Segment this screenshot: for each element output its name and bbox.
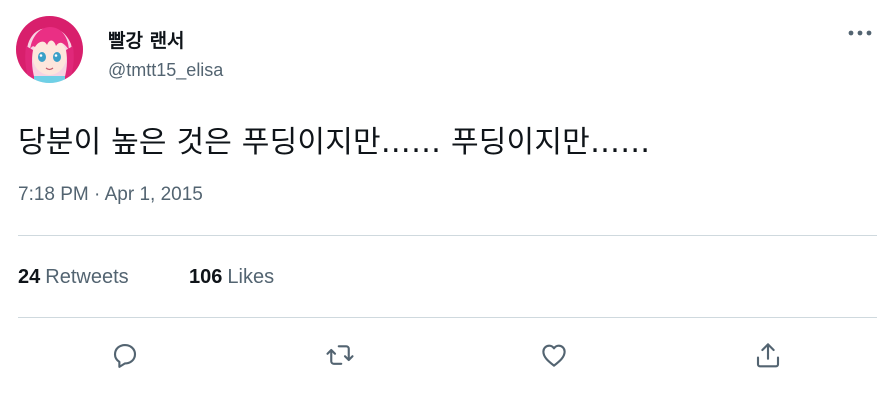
author-handle[interactable]: @tmtt15_elisa [108, 60, 223, 81]
retweets-stat[interactable]: 24 Retweets [18, 266, 129, 289]
tweet-timestamp: 7:18 PM · Apr 1, 2015 [18, 184, 203, 206]
tweet-time[interactable]: 7:18 PM [18, 184, 89, 205]
timestamp-separator: · [94, 184, 101, 205]
share-icon [756, 343, 780, 368]
anime-girl-avatar-icon [16, 16, 83, 83]
divider [18, 317, 877, 318]
heart-icon [542, 344, 566, 367]
reply-icon [113, 343, 137, 368]
divider [18, 235, 877, 236]
likes-label: Likes [227, 266, 275, 288]
retweets-count: 24 [18, 266, 41, 288]
share-button[interactable] [750, 337, 786, 373]
like-button[interactable] [536, 337, 572, 373]
tweet-text: 당분이 높은 것은 푸딩이지만…… 푸딩이지만…… [18, 125, 651, 160]
more-options-button[interactable] [842, 18, 878, 48]
avatar[interactable] [16, 16, 83, 83]
tweet-date[interactable]: Apr 1, 2015 [105, 184, 203, 205]
retweets-label: Retweets [45, 266, 129, 288]
likes-count: 106 [189, 266, 223, 288]
author-display-name[interactable]: 빨강 랜서 [108, 26, 185, 53]
reply-button[interactable] [107, 337, 143, 373]
tweet-card: 빨강 랜서 @tmtt15_elisa 당분이 높은 것은 푸딩이지만…… 푸딩… [0, 0, 894, 409]
ellipsis-icon [848, 30, 872, 36]
retweet-icon [326, 345, 354, 365]
retweet-button[interactable] [322, 337, 358, 373]
likes-stat[interactable]: 106 Likes [189, 266, 274, 289]
